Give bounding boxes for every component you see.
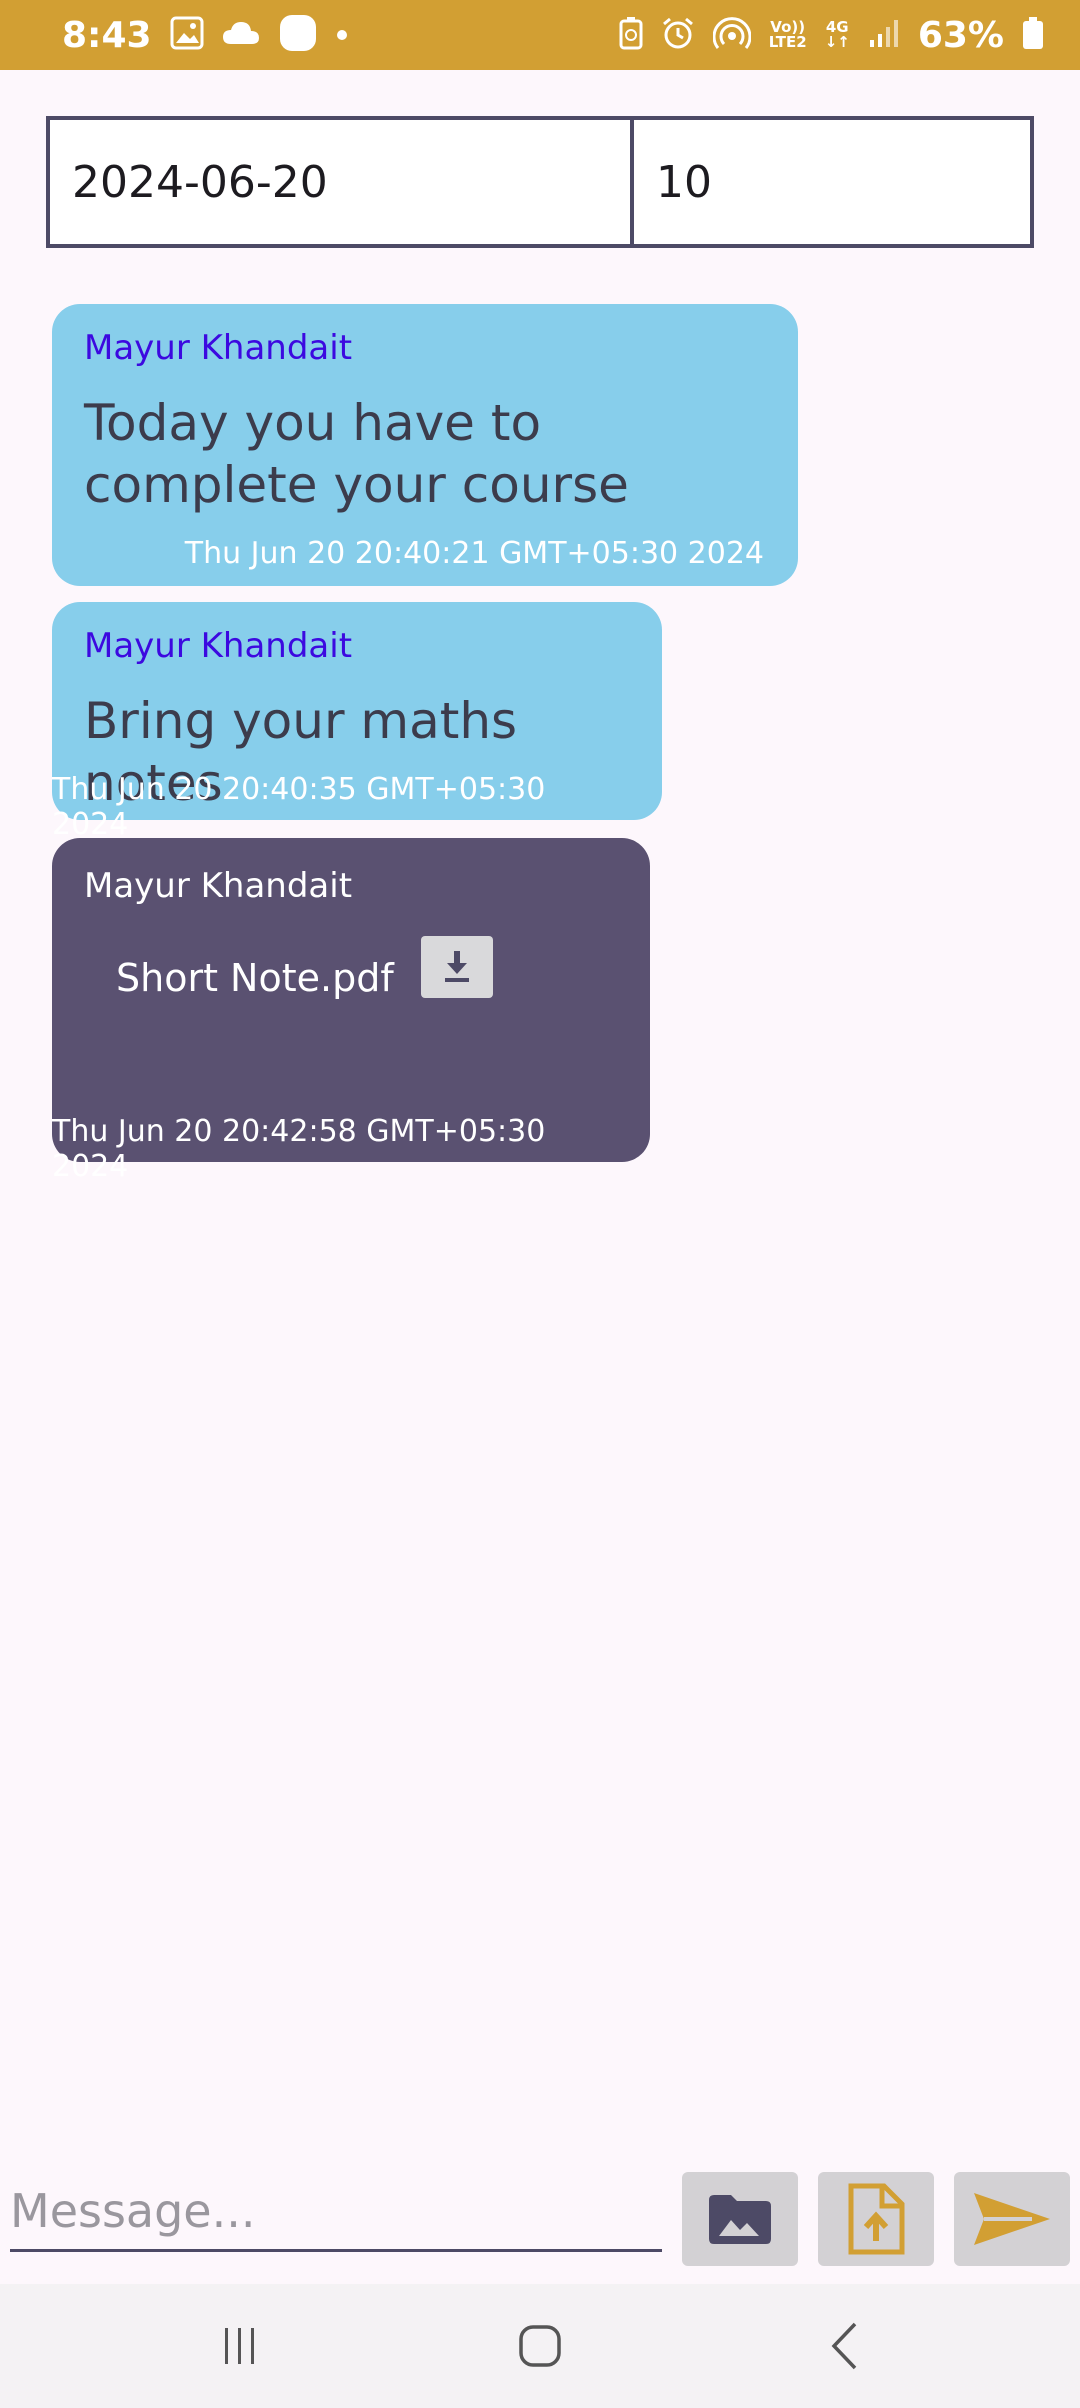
data-arrows-icon: ↓↑ (824, 33, 850, 51)
status-bar: 8:43 Vo)) LTE2 4G ↓↑ 63% (0, 0, 1080, 70)
alarm-icon (661, 16, 695, 54)
image-folder-icon (709, 2195, 771, 2244)
download-button[interactable] (421, 936, 493, 998)
lte-label: LTE2 (768, 33, 807, 51)
download-icon (445, 951, 469, 982)
send-button[interactable] (954, 2172, 1070, 2266)
file-name[interactable]: Short Note.pdf (116, 956, 394, 1000)
message-bubble[interactable]: Mayur Khandait Bring your maths notes Th… (52, 602, 662, 842)
file-message-bubble[interactable]: Mayur Khandait Short Note.pdf Thu Jun 20… (52, 838, 650, 1184)
back-button[interactable] (804, 2314, 884, 2378)
hotspot-icon (712, 16, 752, 54)
volte-indicator: Vo)) LTE2 (769, 20, 807, 50)
message-input[interactable] (10, 2172, 662, 2252)
battery-saver-icon (619, 16, 643, 54)
attach-file-button[interactable] (818, 2172, 934, 2266)
message-sender: Mayur Khandait (84, 328, 353, 368)
message-bubble[interactable]: Mayur Khandait Today you have to complet… (52, 304, 798, 586)
home-icon (519, 2325, 561, 2367)
status-time: 8:43 (62, 14, 152, 56)
message-timestamp: Thu Jun 20 20:40:21 GMT+05:30 2024 (184, 536, 764, 571)
message-timestamp: Thu Jun 20 20:40:35 GMT+05:30 2024 (52, 772, 546, 842)
header-table: 2024-06-20 10 (46, 116, 1034, 248)
header-date: 2024-06-20 (50, 120, 634, 244)
status-right: Vo)) LTE2 4G ↓↑ 63% (619, 15, 1044, 56)
home-button[interactable] (500, 2314, 580, 2378)
recent-apps-icon (225, 2328, 254, 2364)
signal-icon (868, 18, 900, 52)
message-sender: Mayur Khandait (84, 866, 353, 906)
system-navigation-bar (0, 2284, 1080, 2408)
app-notification-icon (278, 13, 318, 57)
message-sender: Mayur Khandait (84, 626, 353, 666)
gallery-notification-icon (170, 16, 204, 54)
message-timestamp: Thu Jun 20 20:42:58 GMT+05:30 2024 (52, 1114, 546, 1184)
message-composer (0, 2150, 1080, 2280)
header-count: 10 (656, 156, 712, 208)
pick-image-button[interactable] (682, 2172, 798, 2266)
battery-percent: 63% (917, 14, 1004, 56)
message-text: Today you have to complete your course (84, 394, 629, 514)
send-icon (974, 2193, 1050, 2245)
file-upload-icon (848, 2183, 905, 2255)
more-notifications-dot-icon (336, 26, 348, 45)
recent-apps-button[interactable] (200, 2314, 280, 2378)
battery-icon (1022, 16, 1044, 54)
cloud-icon (222, 20, 260, 50)
network-type-indicator: 4G ↓↑ (825, 20, 850, 50)
back-icon (831, 2322, 857, 2370)
status-left: 8:43 (62, 13, 348, 57)
